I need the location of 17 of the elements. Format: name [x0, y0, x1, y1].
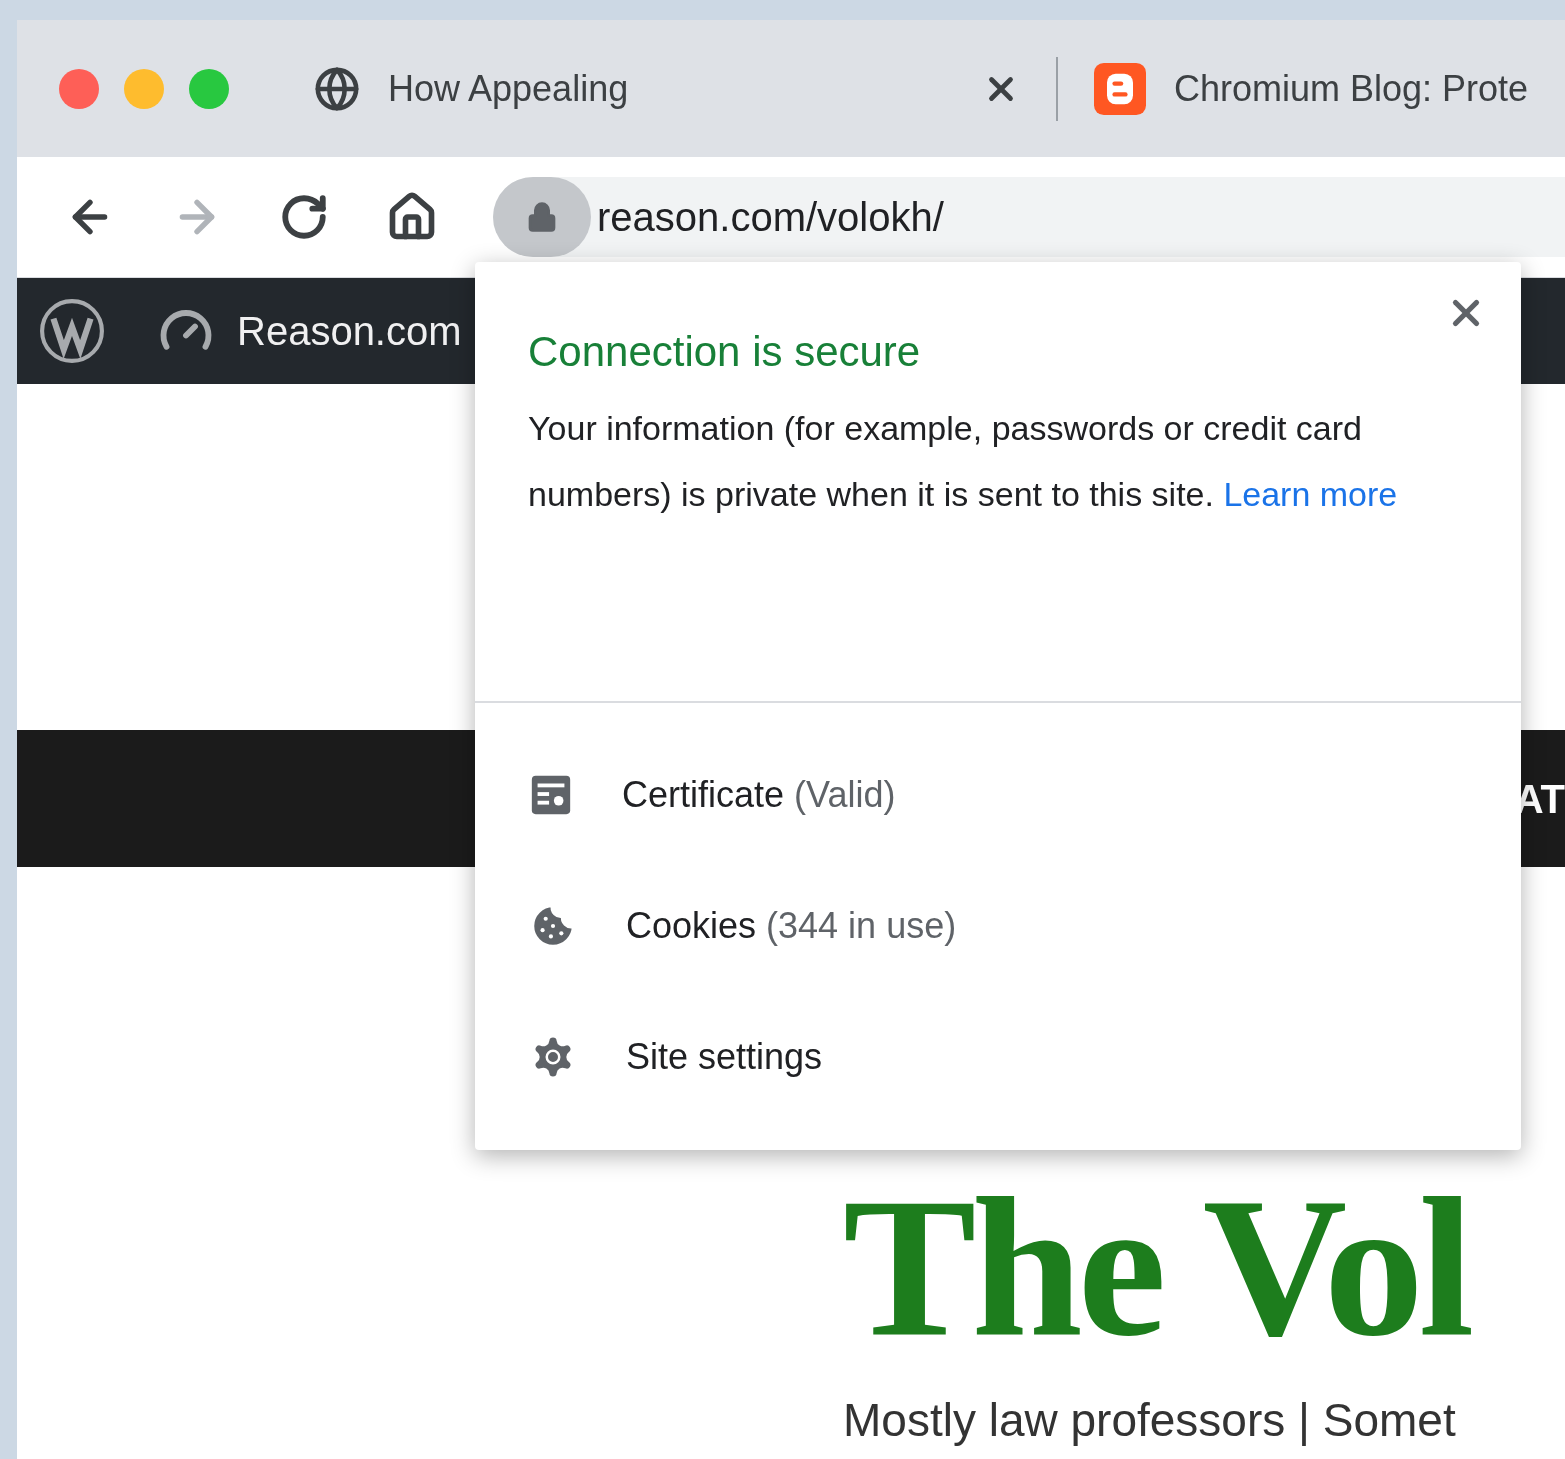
popup-description: Your information (for example, passwords or credit card numbers) is private when it is sent to this site. Learn more: [528, 408, 1399, 515]
globe-icon: [314, 65, 360, 112]
site-name-link[interactable]: Reason.com: [237, 301, 462, 361]
learn-more-link[interactable]: Learn more: [1223, 475, 1398, 513]
popup-menu-item[interactable]: Site settings: [475, 991, 1521, 1122]
address-bar[interactable]: reason.com/volokh/: [493, 177, 1565, 257]
blog-icon: [1094, 62, 1146, 115]
lock-icon: [526, 201, 558, 233]
url-text: reason.com/volokh/: [597, 194, 944, 241]
reload-icon[interactable]: [279, 192, 329, 242]
popup-menu-item[interactable]: Certificate (Valid): [475, 729, 1521, 860]
popup-title: Connection is secure: [528, 327, 921, 377]
browser-tab[interactable]: How Appealing: [314, 61, 1020, 116]
site-title: The Vol: [843, 1167, 1470, 1367]
popup-menu-item[interactable]: Cookies (344 in use): [475, 860, 1521, 991]
wordpress-logo-icon: [39, 298, 105, 364]
browser-tab[interactable]: Chromium Blog: Prote: [1094, 61, 1529, 116]
